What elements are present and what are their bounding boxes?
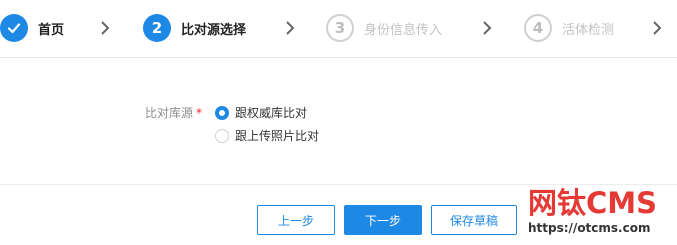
steps-bar: 首页 2 比对源选择 3 身份信息传入 4 活体检测 <box>0 0 677 58</box>
next-button[interactable]: 下一步 <box>344 205 422 235</box>
radio-checked-icon[interactable] <box>215 105 229 120</box>
radio-label-upload-photo: 跟上传照片比对 <box>235 129 320 143</box>
chevron-right-icon <box>483 21 492 35</box>
step-home[interactable]: 首页 <box>0 13 64 43</box>
step-number-4: 4 <box>524 14 552 42</box>
step-compare-source[interactable]: 2 比对源选择 <box>143 13 246 43</box>
check-icon <box>0 14 28 42</box>
step-label-home: 首页 <box>38 22 65 38</box>
source-label-text: 比对库源 <box>145 106 194 120</box>
step-identity-info[interactable]: 3 身份信息传入 <box>326 13 442 43</box>
radio-unchecked-icon[interactable] <box>215 128 229 143</box>
required-mark: * <box>196 106 203 120</box>
watermark-url: https://otcms.com <box>528 221 651 235</box>
radio-label-authority-db: 跟权威库比对 <box>235 106 308 120</box>
radio-upload-photo[interactable]: 跟上传照片比对 <box>215 127 319 144</box>
step-number-3: 3 <box>326 14 354 42</box>
step-label-liveness: 活体检测 <box>562 22 615 38</box>
watermark-logo: 网钛CMS <box>528 186 658 220</box>
chevron-right-icon <box>101 21 110 35</box>
chevron-right-icon <box>286 21 295 35</box>
step-label-compare-source: 比对源选择 <box>181 22 247 38</box>
step-liveness[interactable]: 4 活体检测 <box>524 13 614 43</box>
save-draft-button[interactable]: 保存草稿 <box>431 205 517 235</box>
step-number-2: 2 <box>143 14 171 42</box>
step-label-identity-info: 身份信息传入 <box>364 22 443 38</box>
source-field-label: 比对库源 * <box>145 104 202 121</box>
prev-button[interactable]: 上一步 <box>257 205 335 235</box>
radio-authority-db[interactable]: 跟权威库比对 <box>215 104 307 121</box>
chevron-right-icon <box>653 21 662 35</box>
